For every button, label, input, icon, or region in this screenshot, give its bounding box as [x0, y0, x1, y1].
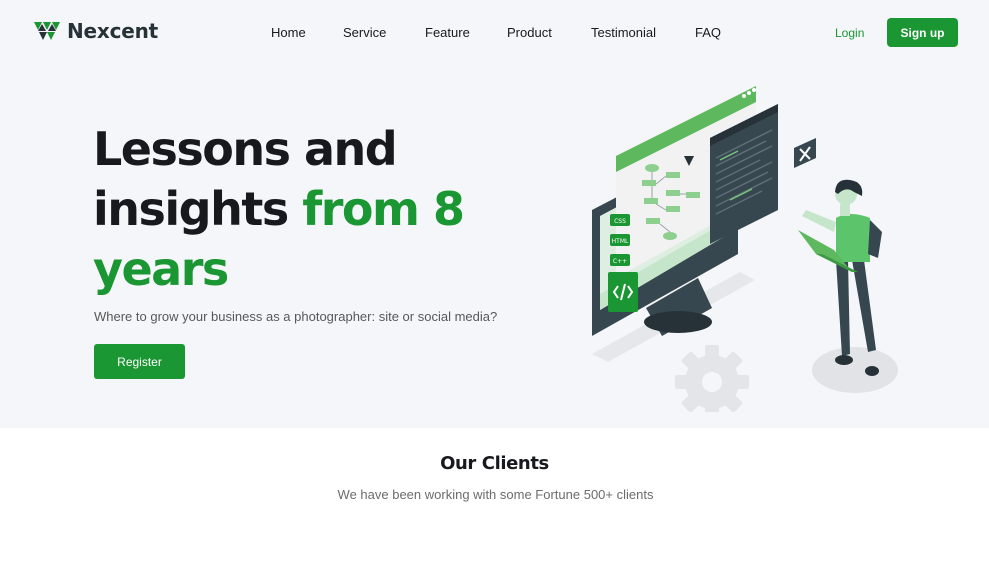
code-tags: CSS HTML C++ — [610, 214, 630, 266]
logo-icon — [34, 22, 60, 40]
brand-name: Nexcent — [67, 19, 159, 43]
nav-item-product[interactable]: Product — [507, 25, 552, 41]
gear-icon — [675, 345, 749, 412]
code-tag-css: CSS — [614, 218, 626, 225]
nav-item-faq[interactable]: FAQ — [695, 25, 721, 41]
hero-title: Lessons and insights from 8 years — [93, 119, 513, 299]
hero-illustration: CSS HTML C++ — [592, 86, 898, 412]
nav-item-home[interactable]: Home — [271, 25, 306, 41]
code-tag-cpp: C++ — [613, 258, 627, 265]
close-icon — [794, 138, 816, 168]
clients-title: Our Clients — [440, 453, 549, 474]
code-tag-html: HTML — [612, 238, 629, 245]
register-button[interactable]: Register — [94, 344, 185, 379]
signup-button[interactable]: Sign up — [887, 18, 958, 47]
brand-logo[interactable]: Nexcent — [33, 18, 158, 44]
code-brackets-icon — [608, 272, 638, 312]
clients-subtitle: We have been working with some Fortune 5… — [337, 487, 654, 502]
person-figure — [798, 179, 898, 393]
hero-subtitle: Where to grow your business as a photogr… — [94, 309, 498, 324]
nav-item-feature[interactable]: Feature — [425, 25, 470, 41]
nav-item-service[interactable]: Service — [343, 25, 386, 41]
login-link[interactable]: Login — [835, 25, 864, 41]
nav-item-testimonial[interactable]: Testimonial — [591, 25, 656, 41]
